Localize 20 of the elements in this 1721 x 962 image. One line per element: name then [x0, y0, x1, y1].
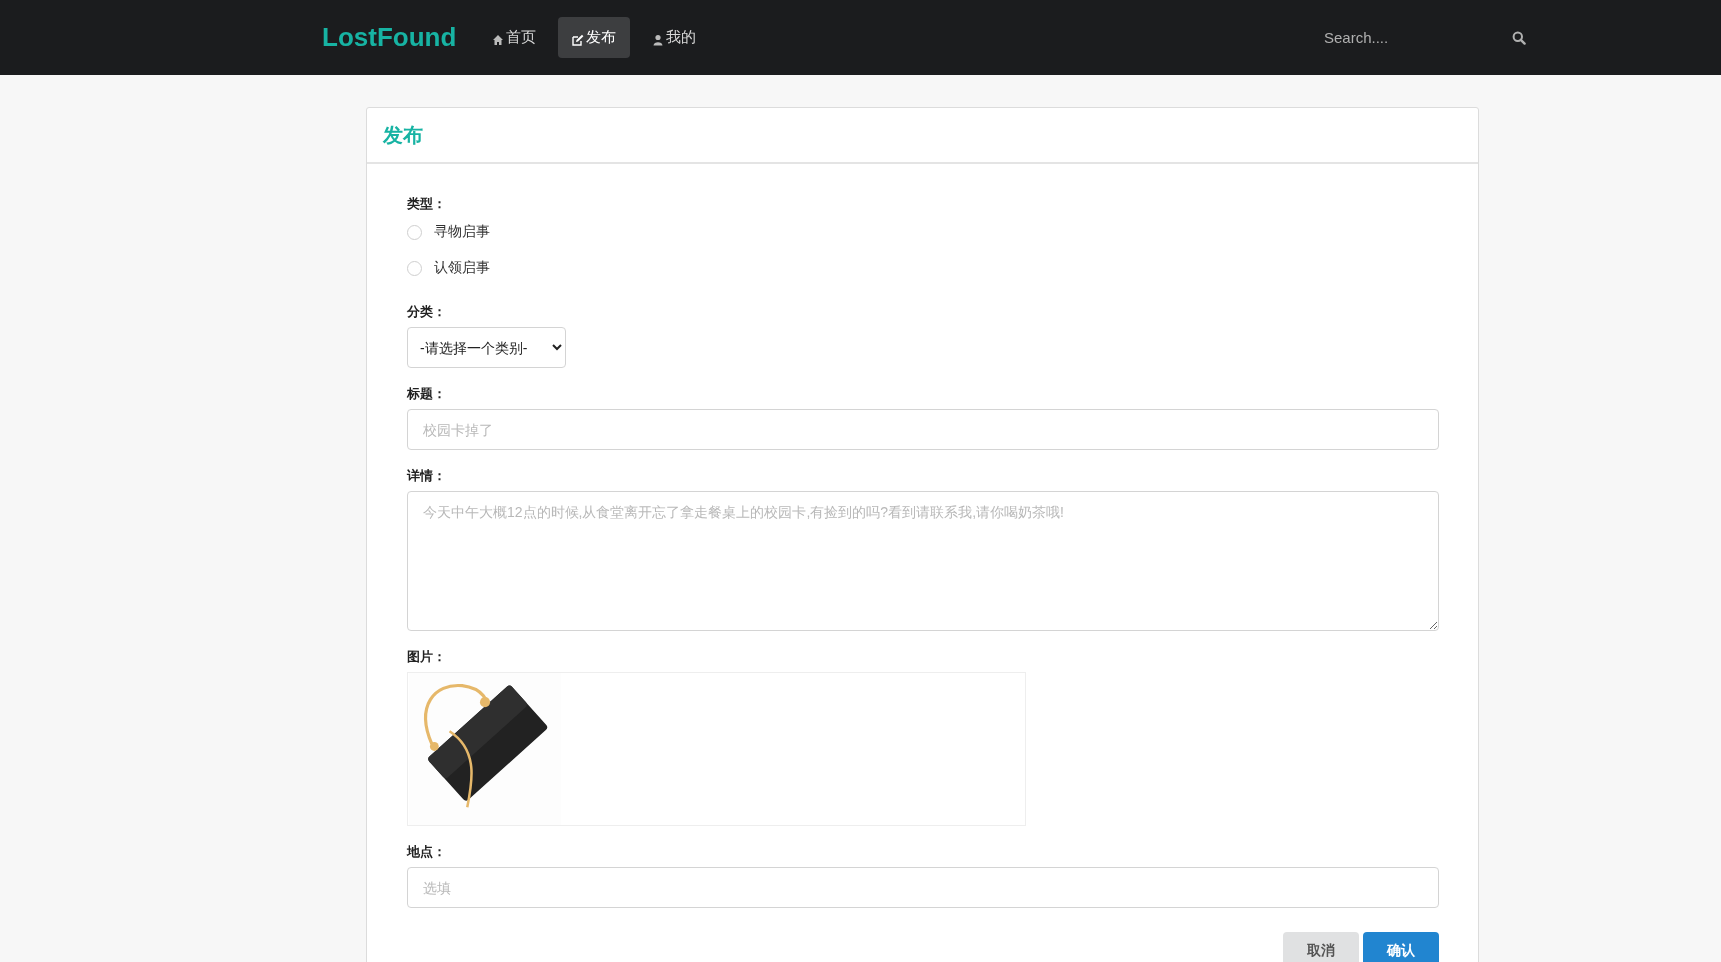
nav-link[interactable]: 首页	[478, 17, 551, 58]
form-button[interactable]: 确认	[1363, 932, 1439, 962]
details-field[interactable]: 今天中午大概12点的时候,从食堂离开忘了拿走餐桌上的校园卡,有捡到的吗?看到请联系我,请你喝奶茶哦!	[407, 491, 1439, 631]
card-title: 发布	[383, 122, 423, 148]
category-select[interactable]: -请选择一个类别-	[407, 327, 566, 368]
search-field[interactable]: Search....	[1324, 29, 1484, 46]
nav-link[interactable]: 我的	[638, 17, 711, 58]
form-button[interactable]: 取消	[1283, 932, 1359, 962]
radio-option[interactable]: 认领启事	[407, 250, 490, 286]
field-label: 图片：	[407, 648, 447, 666]
field-label: 详情：	[407, 467, 447, 485]
text-field[interactable]: 选填	[407, 867, 1439, 908]
text-field[interactable]: 校园卡掉了	[407, 409, 1439, 450]
field-label: 地点：	[407, 843, 447, 861]
field-label: 类型：	[407, 195, 447, 213]
field-label: 分类：	[407, 303, 447, 321]
nav-link[interactable]: 发布	[558, 17, 631, 58]
field-label: 标题：	[407, 385, 447, 403]
radio-option[interactable]: 寻物启事	[407, 214, 490, 250]
brand-logo[interactable]: LostFound	[322, 22, 457, 53]
